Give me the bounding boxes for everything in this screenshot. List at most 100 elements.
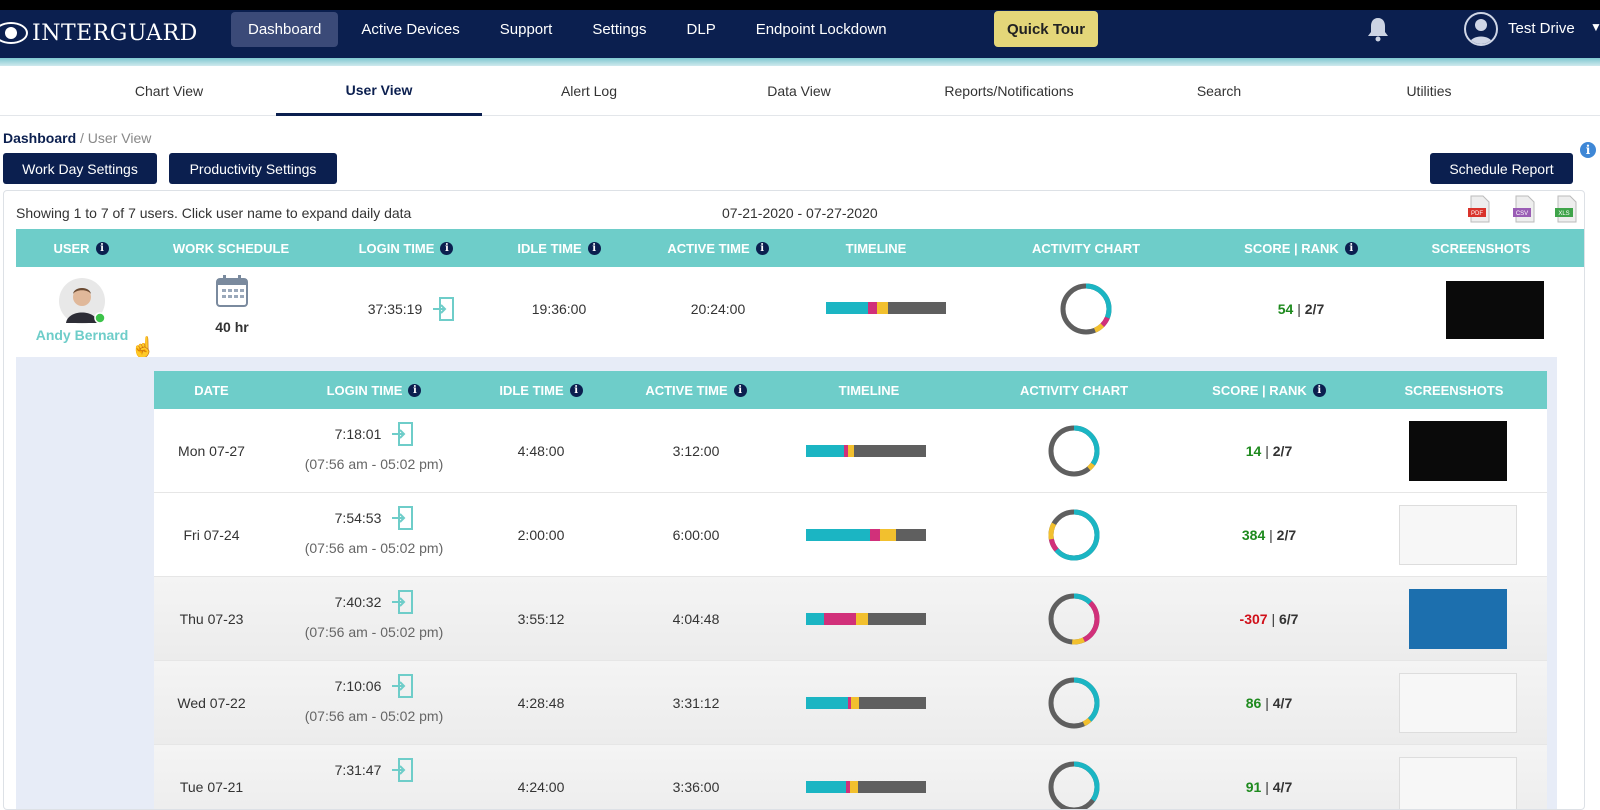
breadcrumb-separator: /	[76, 130, 88, 146]
row-active-time: 3:31:12	[672, 695, 720, 711]
timeline-bar	[806, 781, 926, 793]
screenshot-thumbnail[interactable]	[1409, 421, 1507, 481]
info-icon[interactable]: i	[1312, 383, 1326, 397]
info-icon[interactable]: i	[95, 241, 109, 255]
info-icon[interactable]: i	[1344, 241, 1358, 255]
info-icon[interactable]: i	[1580, 142, 1596, 158]
login-icon[interactable]	[391, 422, 414, 446]
header-divider	[0, 58, 1600, 66]
score-rank: 86 | 4/7	[1245, 695, 1293, 711]
score-value: 14	[1245, 443, 1262, 459]
pdf-export-icon[interactable]: PDF	[1467, 195, 1491, 223]
col-daily-idle-time[interactable]: IDLE TIME i	[476, 371, 606, 409]
chevron-down-icon[interactable]: ▼	[1590, 20, 1600, 34]
xls-export-icon[interactable]: XLS	[1554, 195, 1578, 223]
col-login-time[interactable]: LOGIN TIME i	[331, 229, 481, 267]
login-icon[interactable]	[391, 758, 414, 782]
nav-dashboard[interactable]: Dashboard	[231, 11, 339, 47]
tab-alert-log[interactable]: Alert Log	[486, 66, 692, 116]
tab-utilities[interactable]: Utilities	[1326, 66, 1532, 116]
login-icon[interactable]	[391, 674, 414, 698]
login-icon[interactable]	[391, 590, 414, 614]
score-value: 54	[1277, 301, 1294, 317]
row-active-time: 3:12:00	[672, 443, 720, 459]
activity-donut-chart[interactable]	[1046, 423, 1102, 479]
col-score-rank[interactable]: SCORE | RANK i	[1226, 229, 1376, 267]
user-name-link[interactable]: Andy Bernard	[34, 327, 130, 343]
activity-donut-chart[interactable]	[1046, 759, 1102, 810]
col-screenshots: SCREENSHOTS	[1416, 229, 1546, 267]
score-value: 91	[1245, 779, 1262, 795]
view-tabs: Chart View User View Alert Log Data View…	[0, 66, 1600, 116]
daily-row: Wed 07-22 7:10:06 (07:56 am - 05:02 pm) …	[154, 661, 1547, 745]
top-navigation-bar: INTERGUARD Dashboard Active Devices Supp…	[0, 0, 1600, 58]
col-daily-login-time[interactable]: LOGIN TIME i	[299, 371, 449, 409]
user-avatar-icon[interactable]	[1464, 12, 1498, 46]
screenshot-thumbnail[interactable]	[1399, 757, 1517, 809]
eye-logo-icon	[0, 22, 28, 44]
nav-active-devices[interactable]: Active Devices	[344, 12, 476, 47]
col-idle-time[interactable]: IDLE TIME i	[494, 229, 624, 267]
row-login-value: 7:54:53	[334, 510, 382, 526]
col-user[interactable]: USER i	[16, 229, 146, 267]
col-active-time[interactable]: ACTIVE TIME i	[638, 229, 798, 267]
tab-chart-view[interactable]: Chart View	[66, 66, 272, 116]
screenshot-thumbnail[interactable]	[1399, 673, 1517, 733]
row-date: Fri 07-24	[183, 527, 240, 543]
col-score-rank-label: SCORE | RANK	[1244, 240, 1339, 256]
tab-reports-notifications[interactable]: Reports/Notifications	[906, 66, 1112, 116]
info-icon[interactable]: i	[733, 383, 747, 397]
interguard-logo[interactable]: INTERGUARD	[0, 18, 198, 48]
work-day-settings-button[interactable]: Work Day Settings	[3, 153, 157, 184]
user-menu-name[interactable]: Test Drive	[1508, 20, 1575, 37]
screenshot-thumbnail[interactable]	[1446, 281, 1544, 339]
col-daily-active-time[interactable]: ACTIVE TIME i	[616, 371, 776, 409]
daily-row: Mon 07-27 7:18:01 (07:56 am - 05:02 pm) …	[154, 409, 1547, 493]
activity-donut-chart[interactable]	[1046, 591, 1102, 647]
login-icon[interactable]	[391, 506, 414, 530]
row-login-time: 7:18:01	[294, 419, 454, 449]
activity-donut-chart[interactable]	[1046, 507, 1102, 563]
rank-value: 4/7	[1272, 695, 1293, 711]
col-user-label: USER	[53, 240, 90, 256]
col-daily-score-rank[interactable]: SCORE | RANK i	[1194, 371, 1344, 409]
calendar-icon[interactable]	[214, 273, 250, 309]
breadcrumb-root[interactable]: Dashboard	[3, 130, 76, 146]
productivity-settings-button[interactable]: Productivity Settings	[169, 153, 337, 184]
nav-endpoint-lockdown[interactable]: Endpoint Lockdown	[739, 12, 904, 47]
score-value: 86	[1245, 695, 1262, 711]
col-work-schedule: WORK SCHEDULE	[161, 229, 301, 267]
tab-user-view[interactable]: User View	[276, 66, 482, 116]
tab-data-view[interactable]: Data View	[696, 66, 902, 116]
tab-search[interactable]: Search	[1116, 66, 1322, 116]
info-icon[interactable]: i	[408, 383, 422, 397]
row-date: Mon 07-27	[178, 443, 245, 459]
login-icon[interactable]	[432, 297, 455, 321]
screenshot-thumbnail[interactable]	[1399, 505, 1517, 565]
daily-row: Tue 07-21 7:31:47 4:24:00 3:36:00 91 | 4…	[154, 745, 1547, 810]
xls-label: XLS	[1558, 211, 1569, 217]
col-work-schedule-label: WORK SCHEDULE	[172, 240, 290, 256]
activity-donut-chart[interactable]	[1058, 281, 1114, 337]
col-screenshots-label: SCREENSHOTS	[1431, 240, 1531, 256]
row-idle-time: 4:24:00	[517, 779, 565, 795]
activity-donut-chart[interactable]	[1046, 675, 1102, 731]
col-daily-timeline: TIMELINE	[804, 371, 934, 409]
info-icon[interactable]: i	[587, 241, 601, 255]
csv-export-icon[interactable]: CSV	[1512, 195, 1536, 223]
info-icon[interactable]: i	[755, 241, 769, 255]
nav-settings[interactable]: Settings	[575, 12, 663, 47]
showing-summary: Showing 1 to 7 of 7 users. Click user na…	[16, 205, 412, 221]
quick-tour-button[interactable]: Quick Tour	[994, 11, 1098, 47]
bell-icon[interactable]	[1364, 16, 1392, 42]
schedule-report-button[interactable]: Schedule Report	[1430, 153, 1573, 184]
nav-support[interactable]: Support	[483, 12, 570, 47]
info-icon[interactable]: i	[440, 241, 454, 255]
info-icon[interactable]: i	[569, 383, 583, 397]
screenshot-thumbnail[interactable]	[1409, 589, 1507, 649]
nav-dlp[interactable]: DLP	[670, 12, 733, 47]
rank-value: 4/7	[1272, 779, 1293, 795]
csv-label: CSV	[1516, 211, 1528, 217]
idle-time: 19:36:00	[531, 301, 587, 317]
col-daily-screenshots: SCREENSHOTS	[1389, 371, 1519, 409]
